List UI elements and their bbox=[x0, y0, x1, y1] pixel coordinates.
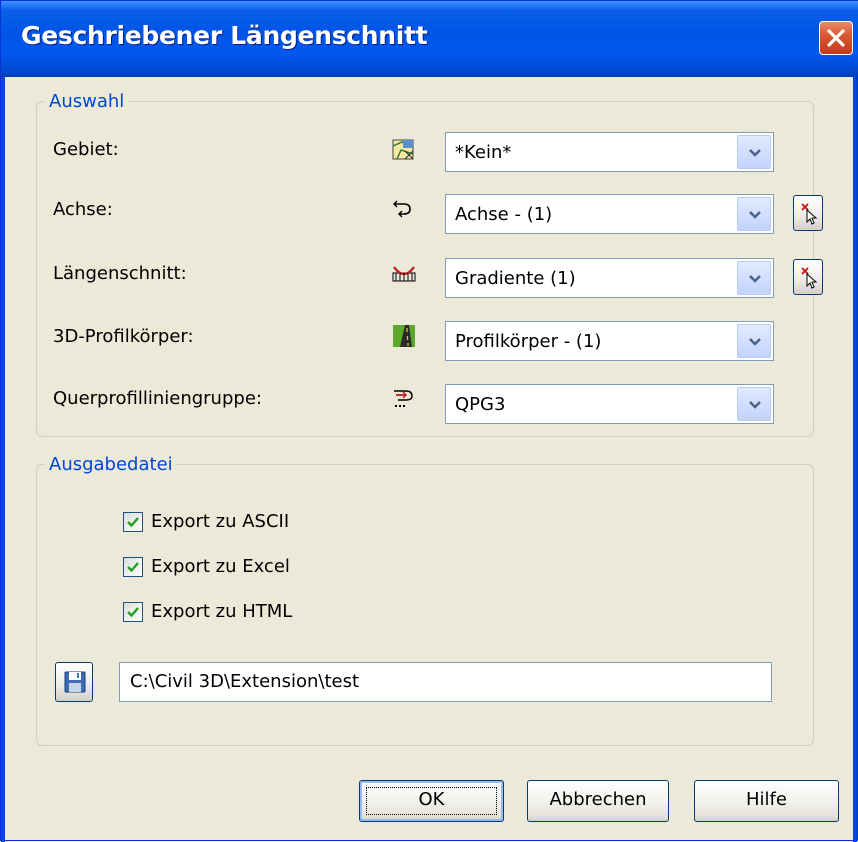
corridor-icon bbox=[393, 325, 415, 347]
pick-profile-button[interactable] bbox=[793, 259, 823, 295]
sample-line-group-dropdown[interactable]: QPG3 bbox=[445, 384, 774, 424]
checkmark-icon bbox=[127, 517, 139, 528]
alignment-dropdown[interactable]: Achse - (1) bbox=[445, 194, 774, 234]
export-excel-label[interactable]: Export zu Excel bbox=[151, 556, 290, 577]
window-title: Geschriebener Längenschnitt bbox=[21, 21, 428, 50]
profile-label: Längenschnitt: bbox=[53, 263, 187, 284]
surface-label: Gebiet: bbox=[53, 139, 119, 160]
chevron-down-icon bbox=[749, 211, 761, 219]
surface-icon bbox=[392, 139, 414, 160]
sample-line-group-icon bbox=[394, 390, 413, 407]
surface-dropdown-value: *Kein* bbox=[455, 142, 512, 163]
corridor-label: 3D-Profilkörper: bbox=[53, 326, 194, 347]
pick-cursor-icon bbox=[801, 267, 818, 289]
pick-alignment-button[interactable] bbox=[793, 195, 823, 231]
window-frame-left bbox=[1, 77, 5, 842]
browse-save-button[interactable] bbox=[55, 662, 93, 702]
export-excel-checkbox[interactable] bbox=[123, 557, 143, 577]
ok-button[interactable]: OK bbox=[359, 780, 504, 822]
output-path-input[interactable] bbox=[119, 662, 772, 702]
sample-line-group-dropdown-arrow[interactable] bbox=[737, 387, 771, 421]
alignment-label: Achse: bbox=[53, 199, 113, 220]
export-ascii-checkbox[interactable] bbox=[123, 512, 143, 532]
dialog-window: Geschriebener Längenschnitt Auswahl Gebi… bbox=[0, 0, 858, 842]
corridor-dropdown[interactable]: Profilkörper - (1) bbox=[445, 321, 774, 361]
cancel-button[interactable]: Abbrechen bbox=[527, 780, 669, 822]
alignment-dropdown-arrow[interactable] bbox=[737, 197, 771, 231]
corridor-dropdown-arrow[interactable] bbox=[737, 324, 771, 358]
floppy-disk-icon bbox=[64, 671, 86, 693]
checkmark-icon bbox=[127, 562, 139, 573]
profile-icon bbox=[392, 266, 416, 282]
profile-dropdown[interactable]: Gradiente (1) bbox=[445, 258, 774, 298]
chevron-down-icon bbox=[749, 275, 761, 283]
export-html-checkbox[interactable] bbox=[123, 602, 143, 622]
sample-line-group-dropdown-value: QPG3 bbox=[455, 394, 506, 415]
close-icon bbox=[827, 29, 845, 47]
close-button[interactable] bbox=[819, 21, 853, 55]
sample-line-group-label: Querprofilliniengruppe: bbox=[53, 388, 262, 409]
chevron-down-icon bbox=[749, 149, 761, 157]
surface-dropdown-arrow[interactable] bbox=[737, 135, 771, 169]
profile-dropdown-arrow[interactable] bbox=[737, 261, 771, 295]
chevron-down-icon bbox=[749, 338, 761, 346]
surface-dropdown[interactable]: *Kein* bbox=[445, 132, 774, 172]
chevron-down-icon bbox=[749, 401, 761, 409]
help-button[interactable]: Hilfe bbox=[694, 780, 839, 822]
title-bar[interactable]: Geschriebener Längenschnitt bbox=[1, 1, 858, 77]
alignment-dropdown-value: Achse - (1) bbox=[455, 204, 553, 225]
corridor-dropdown-value: Profilkörper - (1) bbox=[455, 331, 602, 352]
checkmark-icon bbox=[127, 607, 139, 618]
profile-dropdown-value: Gradiente (1) bbox=[455, 268, 576, 289]
output-path-value[interactable] bbox=[130, 671, 750, 692]
help-button-label: Hilfe bbox=[746, 789, 787, 810]
selection-group-legend: Auswahl bbox=[45, 91, 129, 112]
pick-cursor-icon bbox=[801, 203, 818, 225]
cancel-button-label: Abbrechen bbox=[549, 789, 647, 810]
export-html-label[interactable]: Export zu HTML bbox=[151, 601, 292, 622]
window-frame-right bbox=[853, 77, 857, 842]
alignment-icon bbox=[393, 200, 411, 218]
focus-rectangle bbox=[366, 787, 497, 815]
output-file-group-legend: Ausgabedatei bbox=[45, 454, 177, 475]
export-ascii-label[interactable]: Export zu ASCII bbox=[151, 511, 289, 532]
